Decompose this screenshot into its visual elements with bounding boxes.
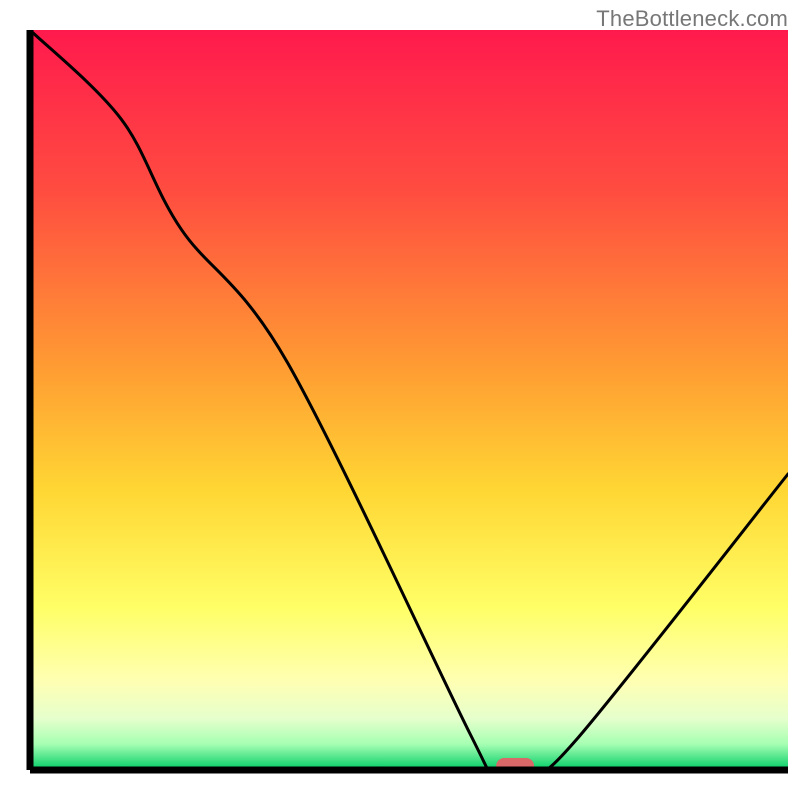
chart-container: TheBottleneck.com (0, 0, 800, 800)
plot-area (30, 30, 788, 770)
bottleneck-chart (0, 0, 800, 800)
heat-gradient-fill (30, 30, 788, 770)
watermark-text: TheBottleneck.com (596, 6, 788, 32)
